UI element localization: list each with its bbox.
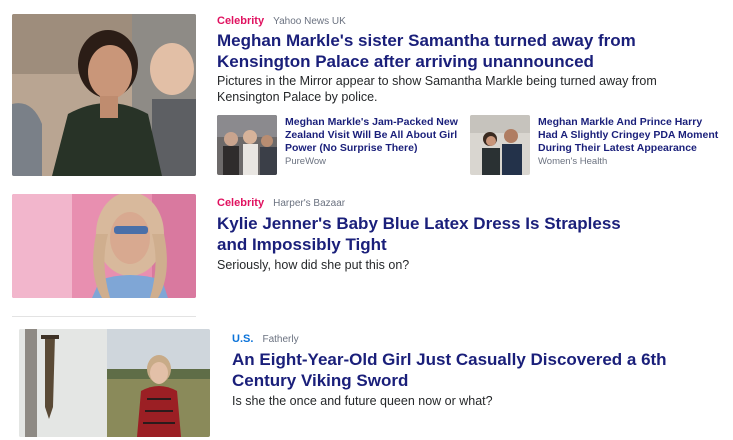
story-3-summary: Is she the once and future queen now or … xyxy=(232,394,493,408)
story-1-category[interactable]: Celebrity xyxy=(217,15,264,27)
story-divider xyxy=(12,316,196,317)
story-1-source: Yahoo News UK xyxy=(273,16,346,27)
story-card-2[interactable]: Celebrity Harper's Bazaar Kylie Jenner's… xyxy=(0,186,733,306)
story-3-meta: U.S. Fatherly xyxy=(232,333,299,345)
related-item-2[interactable]: Meghan Markle And Prince Harry Had A Sli… xyxy=(470,114,725,176)
related-1-thumbnail[interactable] xyxy=(217,115,277,175)
story-3-source: Fatherly xyxy=(262,334,299,345)
related-1-source: PureWow xyxy=(285,156,327,167)
story-2-headline[interactable]: Kylie Jenner's Baby Blue Latex Dress Is … xyxy=(217,213,647,255)
story-1-summary: Pictures in the Mirror appear to show Sa… xyxy=(217,74,657,104)
related-2-thumbnail[interactable] xyxy=(470,115,530,175)
couple-photo-icon xyxy=(470,115,530,175)
story-2-meta: Celebrity Harper's Bazaar xyxy=(217,197,345,209)
story-1-thumbnail[interactable] xyxy=(12,14,196,176)
story-3-headline[interactable]: An Eight-Year-Old Girl Just Casually Dis… xyxy=(232,349,722,391)
story-3-category[interactable]: U.S. xyxy=(232,333,253,345)
related-2-source: Women's Health xyxy=(538,156,608,167)
pink-portrait-photo-icon xyxy=(12,194,196,298)
crowd-photo-icon xyxy=(217,115,277,175)
story-1-headline[interactable]: Meghan Markle's sister Samantha turned a… xyxy=(217,30,722,72)
story-1-meta: Celebrity Yahoo News UK xyxy=(217,15,346,27)
related-2-headline[interactable]: Meghan Markle And Prince Harry Had A Sli… xyxy=(538,116,723,155)
story-2-source: Harper's Bazaar xyxy=(273,198,346,209)
story-2-summary: Seriously, how did she put this on? xyxy=(217,258,410,272)
sword-photo-icon xyxy=(19,329,210,437)
story-card-3[interactable]: U.S. Fatherly An Eight-Year-Old Girl Jus… xyxy=(0,322,733,440)
story-card-1[interactable]: Celebrity Yahoo News UK Meghan Markle's … xyxy=(0,0,733,180)
story-2-thumbnail[interactable] xyxy=(12,194,196,298)
portrait-photo-icon xyxy=(12,14,196,176)
related-item-1[interactable]: Meghan Markle's Jam-Packed New Zealand V… xyxy=(217,114,462,176)
story-2-category[interactable]: Celebrity xyxy=(217,197,264,209)
story-3-thumbnail[interactable] xyxy=(19,329,210,437)
related-1-headline[interactable]: Meghan Markle's Jam-Packed New Zealand V… xyxy=(285,116,460,155)
